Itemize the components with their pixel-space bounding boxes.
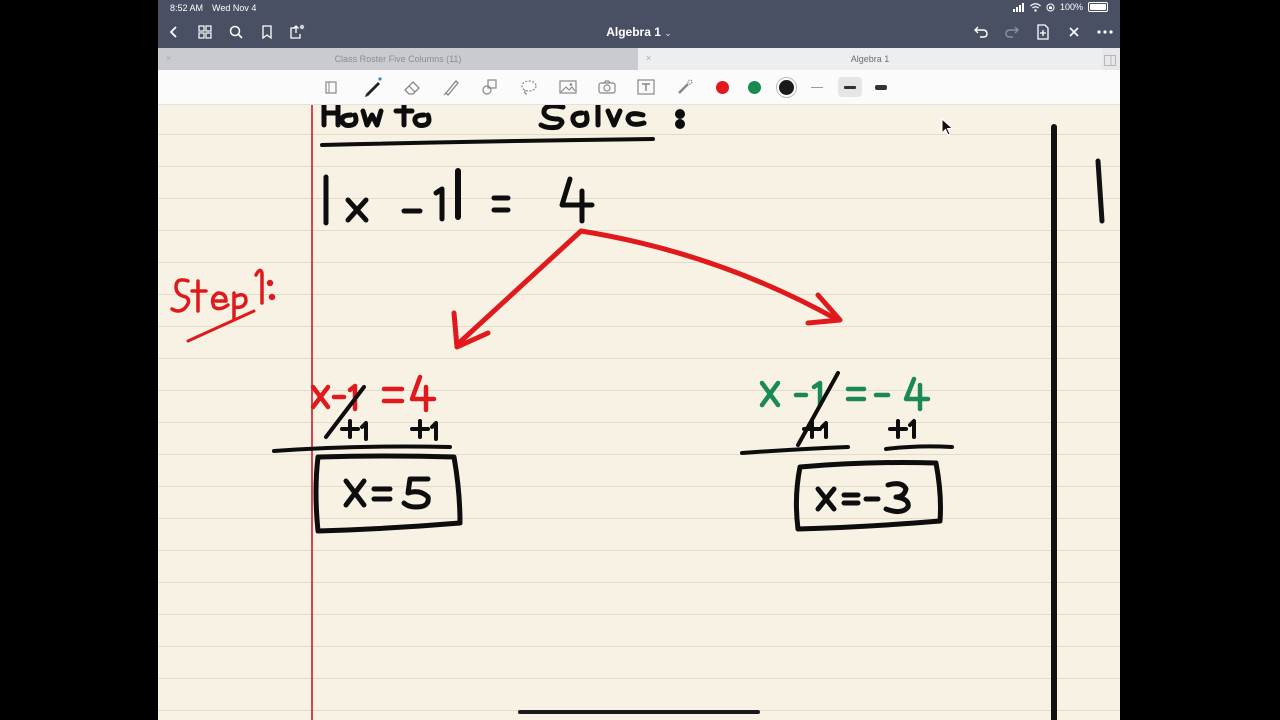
status-time: 8:52 AM [170,3,204,13]
tab-label: Algebra 1 [850,54,890,64]
status-date: Wed Nov 4 [212,3,257,13]
battery-percent: 100% [1059,2,1083,12]
stroke-thin-option[interactable] [807,77,827,97]
image-icon[interactable] [558,77,578,97]
pen-icon[interactable] [363,77,383,97]
laser-pointer-icon[interactable] [675,77,695,97]
navigation-bar: Algebra 1 ⌄ [158,16,1120,48]
status-bar: 8:52 AM Wed Nov 4 100% [158,0,1120,16]
left-case-work [272,374,463,534]
document-title-text: Algebra 1 [606,25,661,39]
color-swatch-red[interactable] [712,77,732,97]
tab-algebra-1[interactable]: × Algebra 1 [638,48,1102,70]
stroke-thick-option[interactable] [871,77,891,97]
color-swatch-green[interactable] [744,77,764,97]
absolute-value-equation [323,168,595,226]
branch-arrows [451,228,843,350]
undo-icon[interactable] [971,22,991,42]
right-case-work [740,371,954,532]
close-icon[interactable] [1064,22,1084,42]
wifi-icon [1030,2,1041,12]
ipad-screen: 8:52 AM Wed Nov 4 100% Algebra 1 ⌄ × Cla… [158,0,1120,720]
drawing-toolbar [158,70,1120,105]
more-options-icon[interactable] [1095,22,1115,42]
orientation-lock-icon [1046,3,1055,11]
status-icons: 100% [1012,2,1108,12]
eraser-icon[interactable] [402,77,422,97]
text-box-icon[interactable] [636,77,656,97]
title-chevron-icon: ⌄ [664,28,672,38]
highlighter-icon[interactable] [441,77,461,97]
notes-heading [320,105,685,147]
stroke-medium-option[interactable] [838,77,862,97]
camera-icon[interactable] [597,77,617,97]
home-indicator[interactable] [518,710,760,714]
tab-close-icon[interactable]: × [166,53,171,63]
notebook-page[interactable] [158,105,1120,720]
mouse-cursor-icon [941,118,954,136]
color-swatch-black[interactable] [776,77,796,97]
signal-icon [1012,2,1024,12]
lasso-icon[interactable] [519,77,539,97]
add-page-icon[interactable] [1033,22,1053,42]
tab-close-icon[interactable]: × [646,53,651,63]
tab-class-roster[interactable]: × Class Roster Five Columns (11) [158,48,638,70]
redo-icon[interactable] [1002,22,1022,42]
shapes-icon[interactable] [480,77,500,97]
step-label [170,268,276,343]
lasso-select-icon[interactable] [322,77,342,97]
battery-icon [1088,2,1108,12]
sidebar-toggle-icon[interactable] [1104,53,1116,71]
partial-mark [1095,158,1105,224]
handwritten-notes [170,105,1105,720]
tab-label: Class Roster Five Columns (11) [334,54,462,64]
tab-bar: × Class Roster Five Columns (11) × Algeb… [158,48,1120,70]
